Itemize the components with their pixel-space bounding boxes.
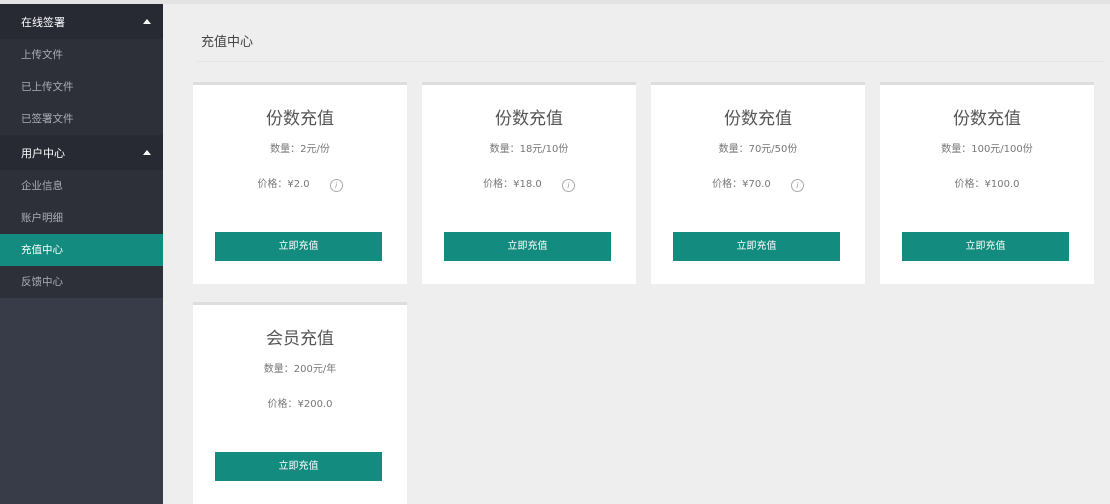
recharge-card: 份数充值 数量：70元/50份 价格：¥70.0 i 立即充值 [651,82,865,284]
card-title: 份数充值 [266,109,334,129]
sidebar-item-upload-file[interactable]: 上传文件 [0,39,163,71]
sidebar-item-uploaded-files[interactable]: 已上传文件 [0,71,163,103]
recharge-card: 份数充值 数量：2元/份 价格：¥2.0 i 立即充值 [193,82,407,284]
sidebar-group-title: 在线签署 [21,15,65,29]
caret-up-icon[interactable] [143,19,151,24]
sidebar-item-account-details[interactable]: 账户明细 [0,202,163,234]
card-price: 价格：¥70.0 [712,179,771,190]
divider [197,61,1104,62]
recharge-button[interactable]: 立即充值 [215,452,382,481]
card-price: 价格：¥100.0 [954,179,1020,190]
sidebar-item-company-info[interactable]: 企业信息 [0,170,163,202]
recharge-button[interactable]: 立即充值 [673,232,840,261]
card-price: 价格：¥18.0 [483,179,542,190]
page-title: 充值中心 [201,35,254,50]
card-price-row: 价格：¥100.0 [880,177,1094,193]
main-content: 充值中心 份数充值 数量：2元/份 价格：¥2.0 i 立即充值 份数充值 数量… [163,4,1110,504]
card-quantity: 数量：200元/年 [263,364,337,375]
sidebar-group-items: 企业信息 账户明细 充值中心 反馈中心 [0,170,163,298]
card-quantity: 数量：100元/100份 [941,144,1033,155]
card-title: 份数充值 [953,109,1021,129]
recharge-button[interactable]: 立即充值 [902,232,1069,261]
info-icon[interactable]: i [790,178,804,192]
card-quantity: 数量：18元/10份 [489,144,569,155]
recharge-card: 份数充值 数量：18元/10份 价格：¥18.0 i 立即充值 [422,82,636,284]
sidebar-item-recharge-center[interactable]: 充值中心 [0,234,163,266]
sidebar: 在线签署 上传文件 已上传文件 已签署文件 用户中心 企业信息 账户明细 充值中… [0,4,163,504]
card-title: 会员充值 [266,329,334,349]
card-title: 份数充值 [495,109,563,129]
sidebar-group-items: 上传文件 已上传文件 已签署文件 [0,39,163,135]
recharge-button[interactable]: 立即充值 [444,232,611,261]
sidebar-group-online-sign[interactable]: 在线签署 [0,4,163,39]
sidebar-item-feedback-center[interactable]: 反馈中心 [0,266,163,298]
card-price-row: 价格：¥200.0 [193,397,407,413]
recharge-button[interactable]: 立即充值 [215,232,382,261]
card-price-row: 价格：¥2.0 i [193,177,407,193]
recharge-card: 会员充值 数量：200元/年 价格：¥200.0 立即充值 [193,302,407,504]
sidebar-group-title: 用户中心 [21,146,65,160]
info-icon[interactable]: i [561,178,575,192]
sidebar-group-user-center[interactable]: 用户中心 [0,135,163,170]
card-title: 份数充值 [724,109,792,129]
card-quantity: 数量：2元/份 [270,144,330,155]
caret-up-icon[interactable] [143,150,151,155]
info-icon[interactable]: i [329,178,343,192]
card-price-row: 价格：¥70.0 i [651,177,865,193]
recharge-card: 份数充值 数量：100元/100份 价格：¥100.0 立即充值 [880,82,1094,284]
sidebar-item-signed-files[interactable]: 已签署文件 [0,103,163,135]
card-price-row: 价格：¥18.0 i [422,177,636,193]
card-price: 价格：¥2.0 [257,179,310,190]
card-price: 价格：¥200.0 [267,399,333,410]
card-quantity: 数量：70元/50份 [718,144,798,155]
